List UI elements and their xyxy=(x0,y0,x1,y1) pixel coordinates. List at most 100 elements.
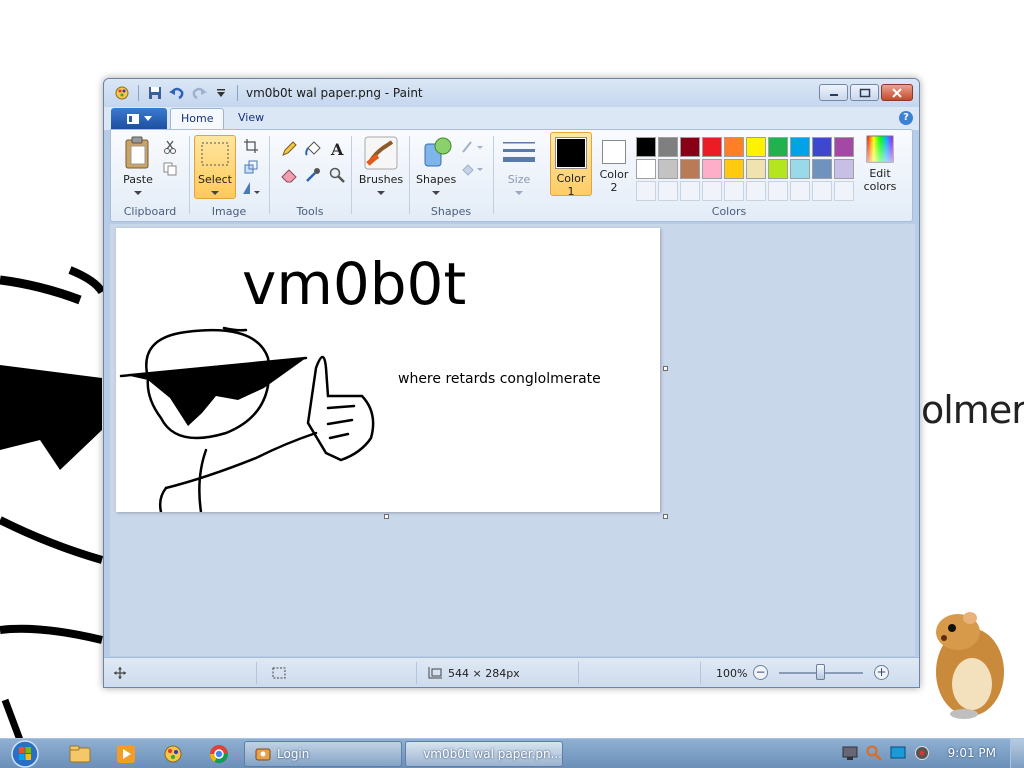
edit-colors-button[interactable]: Edit colors xyxy=(857,134,903,193)
pencil-icon[interactable] xyxy=(278,139,300,159)
shapes-button[interactable]: Shapes xyxy=(416,136,456,199)
palette-swatch-empty[interactable] xyxy=(746,181,766,201)
palette-swatch[interactable] xyxy=(724,159,744,179)
palette-swatch[interactable] xyxy=(702,159,722,179)
media-player-icon[interactable] xyxy=(108,742,144,766)
palette-swatch-empty[interactable] xyxy=(768,181,788,201)
palette-swatch-empty[interactable] xyxy=(680,181,700,201)
crop-icon[interactable] xyxy=(242,137,260,155)
palette-swatch[interactable] xyxy=(834,137,854,157)
palette-swatch[interactable] xyxy=(812,159,832,179)
customize-qat-icon[interactable] xyxy=(211,84,231,102)
paint-menu-button[interactable] xyxy=(111,108,167,129)
cut-icon[interactable] xyxy=(161,138,179,156)
canvas-area[interactable]: vm0b0t where retards conglolmerate xyxy=(110,224,915,656)
start-button[interactable] xyxy=(7,739,43,768)
title-bar[interactable]: vm0b0t wal paper.png - Paint xyxy=(104,79,919,107)
fill-icon[interactable] xyxy=(302,139,324,159)
taskbar-item-login[interactable]: Login xyxy=(244,741,402,767)
save-icon[interactable] xyxy=(145,84,165,102)
stick-figure-drawing xyxy=(119,326,375,514)
chrome-icon[interactable] xyxy=(201,742,237,766)
magnifier-icon[interactable] xyxy=(326,165,348,185)
color2-swatch xyxy=(602,140,626,164)
palette-swatch[interactable] xyxy=(658,137,678,157)
color1-button[interactable]: Color 1 xyxy=(550,132,592,198)
tools-group-label: Tools xyxy=(296,205,324,218)
palette-swatch[interactable] xyxy=(724,137,744,157)
select-button[interactable]: Select xyxy=(194,135,236,199)
status-divider xyxy=(416,662,417,684)
eraser-icon[interactable] xyxy=(278,165,300,185)
chevron-down-icon xyxy=(144,115,152,121)
palette-swatch[interactable] xyxy=(790,159,810,179)
rotate-icon[interactable] xyxy=(242,179,260,197)
zoom-out-button[interactable]: − xyxy=(753,665,768,680)
palette-swatch[interactable] xyxy=(834,159,854,179)
resize-icon[interactable] xyxy=(242,158,260,176)
color2-button[interactable]: Color 2 xyxy=(594,132,634,196)
palette-swatch-empty[interactable] xyxy=(636,181,656,201)
minimize-button[interactable] xyxy=(819,84,848,101)
palette-swatch-empty[interactable] xyxy=(702,181,722,201)
palette-swatch[interactable] xyxy=(812,137,832,157)
palette-swatch-empty[interactable] xyxy=(812,181,832,201)
redo-icon[interactable] xyxy=(189,84,209,102)
maximize-button[interactable] xyxy=(850,84,879,101)
tab-home[interactable]: Home xyxy=(170,108,225,130)
palette-swatch-empty[interactable] xyxy=(790,181,810,201)
explorer-icon[interactable] xyxy=(62,742,98,766)
volume-tray-icon[interactable] xyxy=(914,745,930,764)
palette-swatch[interactable] xyxy=(658,159,678,179)
status-bar: 544 × 284px 100% − + xyxy=(104,657,919,687)
zoom-in-button[interactable]: + xyxy=(874,665,889,680)
show-desktop-button[interactable] xyxy=(1010,739,1024,768)
help-icon[interactable]: ? xyxy=(899,111,913,125)
brushes-label: Brushes xyxy=(358,173,404,186)
paint-pinned-icon[interactable] xyxy=(155,742,191,766)
zoom-slider-thumb[interactable] xyxy=(816,664,825,680)
palette-swatch[interactable] xyxy=(768,137,788,157)
paste-button[interactable]: Paste xyxy=(119,136,157,199)
undo-icon[interactable] xyxy=(167,84,187,102)
brushes-button[interactable]: Brushes xyxy=(357,136,405,199)
close-button[interactable] xyxy=(881,84,913,101)
text-icon[interactable]: A xyxy=(326,139,348,159)
palette-swatch[interactable] xyxy=(636,137,656,157)
palette-swatch[interactable] xyxy=(768,159,788,179)
palette-swatch[interactable] xyxy=(702,137,722,157)
resize-handle-bottom[interactable] xyxy=(384,514,389,519)
search-tray-icon[interactable] xyxy=(866,745,882,764)
size-button[interactable]: Size xyxy=(500,136,538,199)
palette-swatch[interactable] xyxy=(636,159,656,179)
palette-swatch[interactable] xyxy=(746,137,766,157)
network-icon[interactable] xyxy=(842,745,858,764)
copy-icon[interactable] xyxy=(161,160,179,178)
tab-view[interactable]: View xyxy=(228,108,274,130)
palette-swatch[interactable] xyxy=(680,137,700,157)
palette-swatch-empty[interactable] xyxy=(724,181,744,201)
paint-window[interactable]: vm0b0t wal paper.png - Paint Home View ? xyxy=(103,78,920,688)
fill-style-icon[interactable] xyxy=(460,160,486,178)
paint-menu-icon xyxy=(127,113,139,124)
resize-handle-right[interactable] xyxy=(663,366,668,371)
palette-swatch[interactable] xyxy=(746,159,766,179)
shapes-group: Shapes Shapes xyxy=(410,130,492,221)
palette-swatch[interactable] xyxy=(790,137,810,157)
brush-icon xyxy=(364,136,398,170)
edit-colors-label: Edit xyxy=(869,167,891,180)
resize-handle-corner[interactable] xyxy=(663,514,668,519)
color-picker-icon[interactable] xyxy=(302,165,324,185)
palette-swatch[interactable] xyxy=(680,159,700,179)
palette-swatch-empty[interactable] xyxy=(658,181,678,201)
palette-swatch-empty[interactable] xyxy=(834,181,854,201)
paint-app-icon[interactable] xyxy=(112,84,132,102)
drawing-canvas[interactable]: vm0b0t where retards conglolmerate xyxy=(116,228,660,514)
taskbar-item-paint[interactable]: vm0b0t wal paper.pn... xyxy=(405,741,563,767)
selection-icon xyxy=(272,667,286,679)
sunglasses-drawing xyxy=(130,358,306,426)
cursor-position-indicator xyxy=(114,658,126,687)
display-tray-icon[interactable] xyxy=(890,745,906,764)
taskbar-clock[interactable]: 9:01 PM xyxy=(948,746,996,760)
outline-icon[interactable] xyxy=(460,138,486,156)
